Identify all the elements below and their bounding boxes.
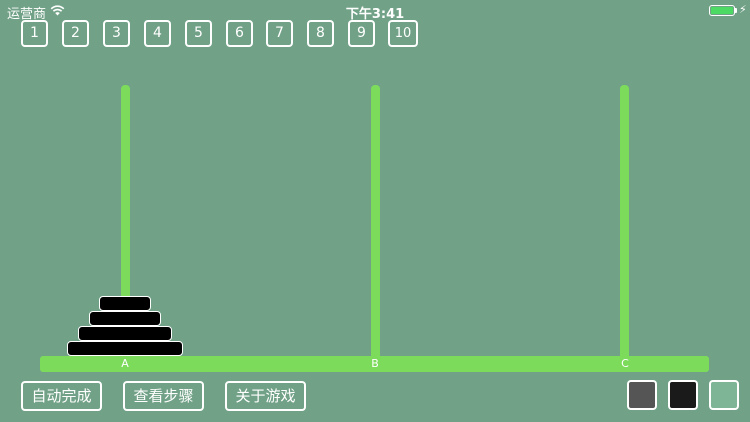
theme-swatch-black[interactable] xyxy=(668,380,698,410)
battery-icon xyxy=(709,5,735,16)
battery-nub xyxy=(735,8,737,13)
theme-swatch-green[interactable] xyxy=(709,380,739,410)
auto-complete-button[interactable]: 自动完成 xyxy=(21,381,102,411)
theme-swatch-gray[interactable] xyxy=(627,380,657,410)
peg-label-a: A xyxy=(121,357,129,370)
disk-3[interactable] xyxy=(78,326,172,341)
about-game-button[interactable]: 关于游戏 xyxy=(225,381,306,411)
disk-2[interactable] xyxy=(89,311,161,326)
peg-b[interactable] xyxy=(371,85,380,360)
level-button-4[interactable]: 4 xyxy=(144,20,171,47)
level-button-1[interactable]: 1 xyxy=(21,20,48,47)
level-button-10[interactable]: 10 xyxy=(388,20,418,47)
level-button-8[interactable]: 8 xyxy=(307,20,334,47)
level-button-5[interactable]: 5 xyxy=(185,20,212,47)
disk-1[interactable] xyxy=(99,296,151,311)
disk-4[interactable] xyxy=(67,341,183,356)
peg-label-c: C xyxy=(621,357,629,370)
status-bar: 运营商 下午3:41 ⚡ xyxy=(0,0,750,23)
charging-bolt-icon: ⚡ xyxy=(739,3,747,16)
level-button-2[interactable]: 2 xyxy=(62,20,89,47)
peg-label-b: B xyxy=(371,357,379,370)
level-button-3[interactable]: 3 xyxy=(103,20,130,47)
level-button-6[interactable]: 6 xyxy=(226,20,253,47)
view-steps-button[interactable]: 查看步骤 xyxy=(123,381,204,411)
level-button-7[interactable]: 7 xyxy=(266,20,293,47)
level-button-9[interactable]: 9 xyxy=(348,20,375,47)
peg-c[interactable] xyxy=(620,85,629,360)
